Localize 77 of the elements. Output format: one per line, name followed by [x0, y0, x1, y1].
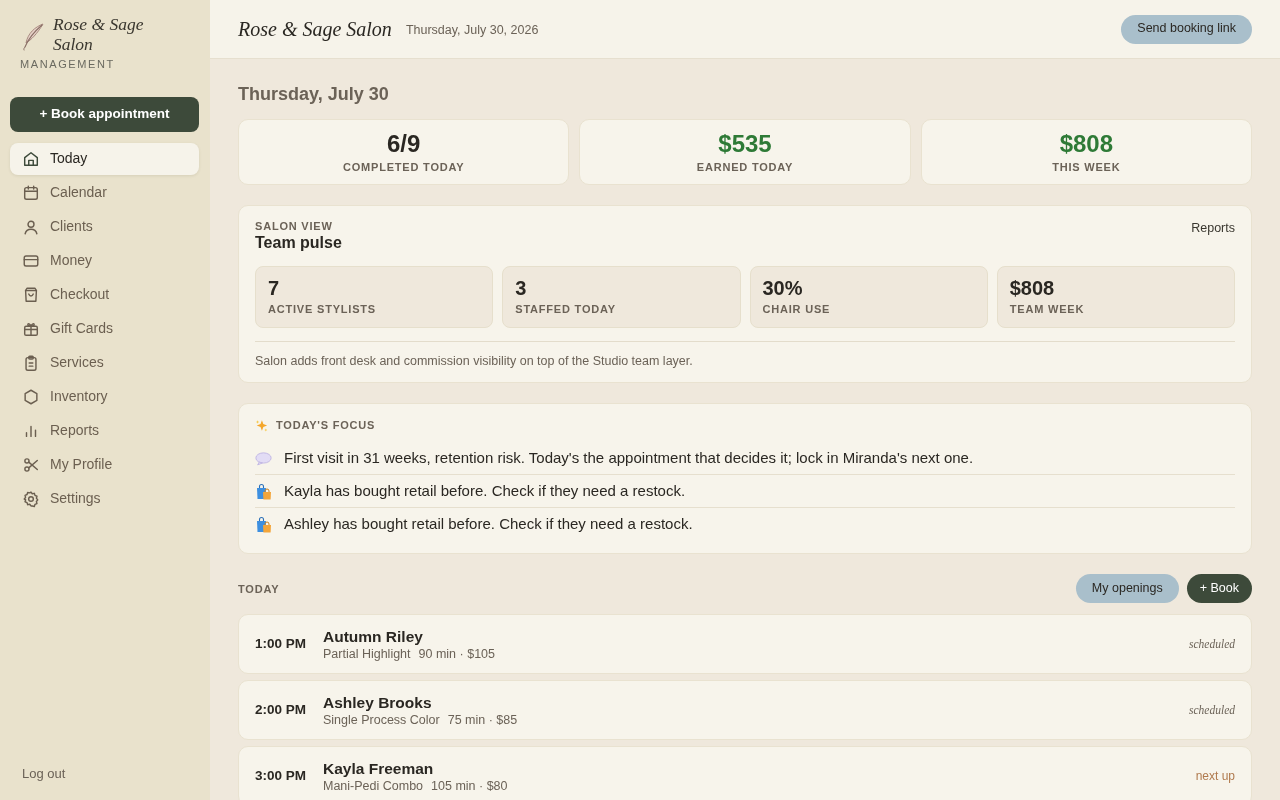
metric-value: $808 — [1009, 276, 1056, 300]
appointment-card[interactable]: 2:00 PM Ashley Brooks Single Process Color 75 min · $85 scheduled — [238, 680, 1252, 740]
focus-note: Kayla has bought retail before. Check if they need a restock. — [284, 481, 686, 501]
appointment-status: next up — [1195, 768, 1235, 784]
person-icon — [22, 218, 40, 236]
nav-item[interactable]: Inventory — [10, 381, 199, 413]
nav-item[interactable]: Clients — [10, 211, 199, 243]
nav-item[interactable]: Calendar — [10, 177, 199, 209]
nav-item[interactable]: Settings — [10, 483, 199, 515]
logout-link[interactable]: Log out — [10, 765, 66, 782]
my-openings-button[interactable]: My openings — [1075, 574, 1179, 603]
note-text: Salon adds front desk and commission visibility on top of the Studio team layer. — [255, 341, 1235, 369]
clipboard-icon — [22, 354, 40, 372]
stat-label: THIS WEEK — [1052, 160, 1121, 174]
nav-item[interactable]: Today — [10, 143, 199, 175]
brand-name: Rose & Sage Salon — [53, 14, 145, 54]
metric-label: STAFFED TODAY — [515, 302, 617, 316]
metric-value: 3 — [515, 276, 528, 300]
metric-label: ACTIVE STYLISTS — [268, 302, 377, 316]
calendar-icon — [22, 184, 40, 202]
stat-value: $808 — [1059, 130, 1113, 158]
header-date: Thursday, July 30, 2026 — [405, 22, 539, 39]
shopping-bags-icon — [255, 482, 272, 500]
focus-note: First visit in 31 weeks, retention risk. Today's the appointment that decides it; lock in Miranda's next one. — [284, 448, 974, 468]
stat-value: $535 — [718, 130, 772, 158]
metric-label: CHAIR USE — [762, 302, 832, 316]
section-eyebrow: SALON VIEW — [255, 219, 334, 233]
nav-item[interactable]: Reports — [10, 415, 199, 447]
nav-item[interactable]: Gift Cards — [10, 313, 199, 345]
nav-item[interactable]: My Profile — [10, 449, 199, 481]
section-title: Team pulse — [255, 233, 342, 253]
service-name: Single Process Color — [323, 711, 440, 728]
hexagon-icon — [22, 388, 40, 406]
duration-price: 90 min · $105 — [418, 645, 495, 662]
metric-value: 30% — [762, 276, 804, 300]
client-name: Autumn Riley — [323, 626, 424, 646]
client-name: Kayla Freeman — [323, 758, 435, 778]
reports-link[interactable]: Reports — [1191, 220, 1235, 236]
appointment-status: scheduled — [1189, 702, 1235, 718]
nav-item[interactable]: Services — [10, 347, 199, 379]
duration-price: 105 min · $80 — [431, 777, 508, 794]
speech-bubble-icon — [255, 450, 272, 466]
appointment-card[interactable]: 1:00 PM Autumn Riley Partial Highlight 90 min · $105 scheduled — [238, 614, 1252, 674]
book-button[interactable]: + Book — [1186, 574, 1252, 603]
send-booking-link-button[interactable]: Send booking link — [1121, 14, 1252, 44]
home-icon — [22, 150, 40, 168]
appointment-time: 3:00 PM — [255, 767, 308, 785]
feather-icon — [22, 23, 45, 51]
sparkle-icon — [255, 418, 268, 432]
metric-value: 7 — [268, 276, 281, 300]
bag-icon — [22, 286, 40, 304]
brand-subtitle: MANAGEMENT — [19, 57, 116, 71]
stat-value: 6/9 — [386, 130, 421, 158]
book-appointment-button[interactable]: + Book appointment — [10, 97, 199, 132]
focus-note: Ashley has bought retail before. Check if they need a restock. — [284, 514, 693, 534]
appointment-time: 1:00 PM — [255, 635, 308, 653]
service-name: Mani-Pedi Combo — [323, 777, 424, 794]
stat-label: EARNED TODAY — [696, 160, 794, 174]
metric-label: TEAM WEEK — [1009, 302, 1086, 316]
section-eyebrow: TODAY — [238, 581, 280, 596]
shopping-bags-icon — [255, 515, 272, 533]
gift-icon — [22, 320, 40, 338]
card-icon — [22, 252, 40, 270]
scissors-icon — [22, 456, 40, 474]
appointment-time: 2:00 PM — [255, 701, 308, 719]
duration-price: 75 min · $85 — [447, 711, 518, 728]
stat-label: COMPLETED TODAY — [342, 160, 465, 174]
appointment-status: scheduled — [1189, 636, 1235, 652]
nav-item[interactable]: Checkout — [10, 279, 199, 311]
day-heading: Thursday, July 30 — [238, 83, 390, 105]
appointment-card[interactable]: 3:00 PM Kayla Freeman Mani-Pedi Combo 105 min · $80 next up — [238, 746, 1252, 800]
nav-item[interactable]: Money — [10, 245, 199, 277]
client-name: Ashley Brooks — [323, 692, 433, 712]
settings-icon — [22, 490, 40, 508]
page-title: Rose & Sage Salon — [238, 17, 392, 41]
section-eyebrow: TODAY'S FOCUS — [276, 418, 376, 432]
service-name: Partial Highlight — [323, 645, 411, 662]
